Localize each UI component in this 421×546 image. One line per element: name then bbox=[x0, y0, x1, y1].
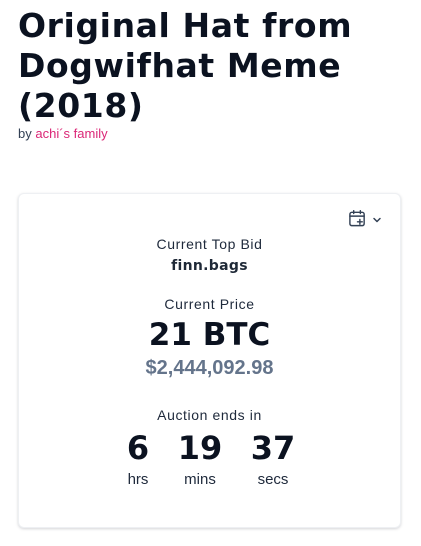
chevron-down-icon bbox=[371, 211, 383, 230]
top-bidder: finn.bags bbox=[171, 258, 248, 274]
top-bid-label: Current Top Bid bbox=[156, 236, 263, 252]
countdown-hours-value: 6 bbox=[126, 429, 150, 467]
countdown-minutes-label: mins bbox=[184, 471, 216, 488]
price-usd: $2,444,092.98 bbox=[145, 357, 274, 379]
current-price: 21 BTC bbox=[148, 317, 271, 353]
countdown-seconds: 37 secs bbox=[238, 429, 308, 488]
countdown-seconds-label: secs bbox=[257, 471, 289, 488]
countdown-minutes-value: 19 bbox=[177, 429, 223, 467]
auction-card: Current Top Bid finn.bags Current Price … bbox=[18, 193, 401, 528]
countdown-hours-label: hrs bbox=[127, 471, 149, 488]
price-label: Current Price bbox=[164, 296, 255, 312]
auction-ends-label: Auction ends in bbox=[157, 407, 262, 423]
countdown-minutes: 19 mins bbox=[165, 429, 235, 488]
add-to-calendar-button[interactable] bbox=[343, 209, 383, 231]
auction-page: Original Hat from Dogwifhat Meme (2018) … bbox=[0, 0, 421, 546]
countdown-timer: 6 hrs 19 mins 37 secs bbox=[19, 429, 400, 489]
creator-link[interactable]: achi´s family bbox=[35, 126, 107, 141]
byline-prefix: by bbox=[18, 126, 32, 141]
countdown-hours: 6 hrs bbox=[103, 429, 173, 488]
calendar-add-icon bbox=[348, 209, 367, 232]
byline: by achi´s family bbox=[18, 126, 108, 141]
countdown-seconds-value: 37 bbox=[250, 429, 296, 467]
page-title: Original Hat from Dogwifhat Meme (2018) bbox=[18, 6, 353, 125]
